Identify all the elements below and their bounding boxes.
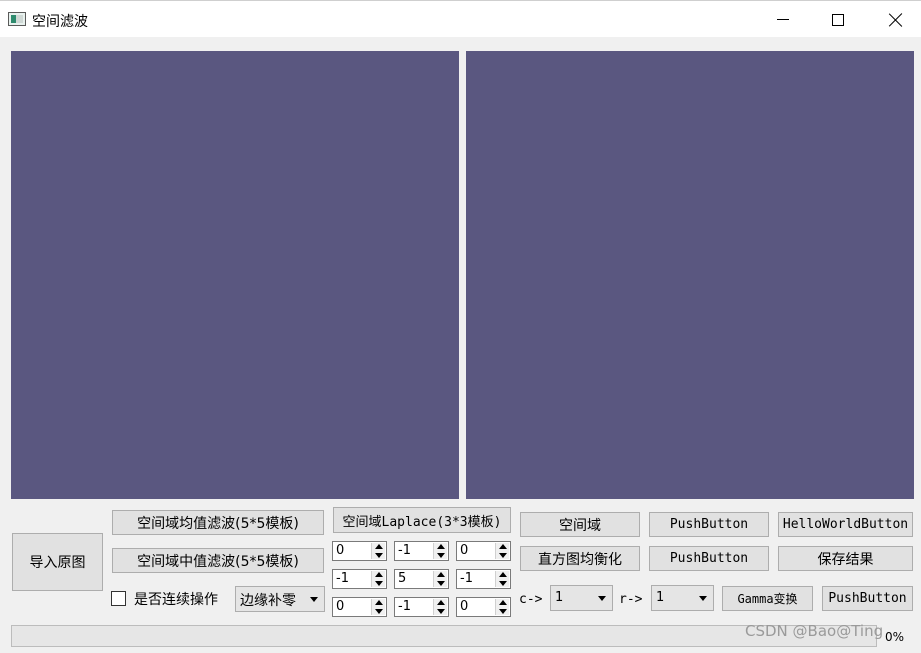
kernel-value: -1 (398, 543, 411, 558)
edge-mode-value: 边缘补零 (240, 593, 296, 609)
continuous-operation-checkbox[interactable] (111, 591, 126, 606)
save-result-button[interactable]: 保存结果 (778, 546, 913, 571)
original-image-panel (11, 51, 459, 499)
maximize-icon (832, 13, 844, 26)
kernel-spinbox-2-0[interactable]: 0 (332, 597, 387, 617)
spin-arrows-icon[interactable] (433, 599, 447, 615)
r-param-value: 1 (656, 590, 665, 605)
c-param-label: c-> (519, 592, 543, 607)
window-title: 空间滤波 (32, 14, 88, 30)
c-param-value: 1 (555, 590, 564, 605)
histogram-equalization-button[interactable]: 直方图均衡化 (520, 546, 640, 571)
import-original-button[interactable]: 导入原图 (12, 533, 103, 591)
minimize-icon (777, 19, 789, 20)
chevron-down-icon (598, 596, 606, 601)
result-image-panel (466, 51, 914, 499)
push-button-2[interactable]: PushButton (649, 546, 769, 571)
kernel-spinbox-2-2[interactable]: 0 (456, 597, 511, 617)
image-app-icon (8, 12, 26, 26)
kernel-spinbox-0-0[interactable]: 0 (332, 541, 387, 561)
edge-mode-select[interactable]: 边缘补零 (235, 586, 325, 612)
kernel-spinbox-0-1[interactable]: -1 (394, 541, 449, 561)
push-button-3[interactable]: PushButton (822, 586, 913, 611)
kernel-value: 0 (336, 543, 345, 558)
spin-arrows-icon[interactable] (495, 543, 509, 559)
kernel-value: -1 (460, 571, 473, 586)
c-param-select[interactable]: 1 (550, 585, 613, 611)
continuous-operation-label: 是否连续操作 (134, 592, 218, 608)
kernel-value: 0 (460, 599, 469, 614)
kernel-spinbox-0-2[interactable]: 0 (456, 541, 511, 561)
watermark: CSDN @Bao@Ting (745, 622, 884, 640)
kernel-value: 0 (460, 543, 469, 558)
r-param-label: r-> (619, 592, 643, 607)
mean-filter-button[interactable]: 空间域均值滤波(5*5模板) (112, 510, 324, 535)
spin-arrows-icon[interactable] (371, 543, 385, 559)
chevron-down-icon (310, 597, 318, 602)
spatial-domain-button[interactable]: 空间域 (520, 512, 640, 537)
close-button[interactable] (873, 1, 919, 38)
spin-arrows-icon[interactable] (495, 571, 509, 587)
kernel-value: -1 (336, 571, 349, 586)
kernel-spinbox-2-1[interactable]: -1 (394, 597, 449, 617)
push-button-1[interactable]: PushButton (649, 512, 769, 537)
kernel-spinbox-1-0[interactable]: -1 (332, 569, 387, 589)
minimize-button[interactable] (760, 1, 806, 38)
spin-arrows-icon[interactable] (371, 571, 385, 587)
kernel-value: -1 (398, 599, 411, 614)
r-param-select[interactable]: 1 (651, 585, 714, 611)
laplace-button[interactable]: 空间域Laplace(3*3模板) (333, 507, 511, 533)
title-bar: 空间滤波 (0, 0, 921, 37)
kernel-spinbox-1-1[interactable]: 5 (394, 569, 449, 589)
close-icon (889, 13, 903, 27)
kernel-value: 5 (398, 571, 407, 586)
spin-arrows-icon[interactable] (433, 543, 447, 559)
kernel-value: 0 (336, 599, 345, 614)
progress-text: 0% (885, 630, 905, 644)
spin-arrows-icon[interactable] (495, 599, 509, 615)
kernel-spinbox-1-2[interactable]: -1 (456, 569, 511, 589)
spin-arrows-icon[interactable] (433, 571, 447, 587)
median-filter-button[interactable]: 空间域中值滤波(5*5模板) (112, 548, 324, 573)
gamma-transform-button[interactable]: Gamma变换 (722, 586, 813, 611)
maximize-button[interactable] (815, 1, 861, 38)
hello-world-button[interactable]: HelloWorldButton (778, 512, 913, 537)
chevron-down-icon (699, 596, 707, 601)
spin-arrows-icon[interactable] (371, 599, 385, 615)
